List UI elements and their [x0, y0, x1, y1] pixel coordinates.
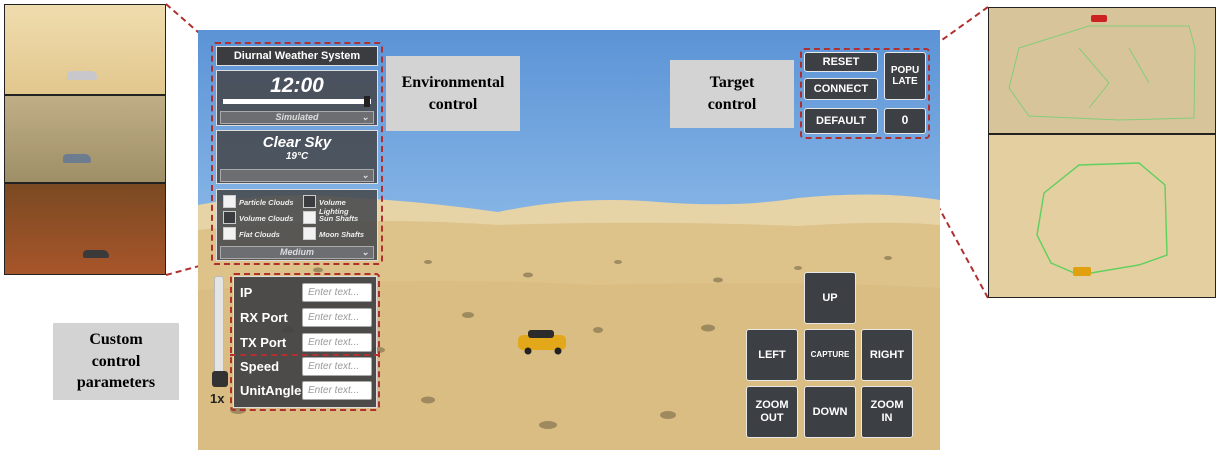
thumbnail-aerial-top: [988, 7, 1216, 134]
speed-multiplier: 1x: [210, 391, 225, 406]
params-divider: [230, 354, 380, 356]
figure: Diurnal Weather System 12:00 Simulated ⌄…: [0, 0, 1222, 450]
speed-slider-handle[interactable]: [212, 371, 228, 387]
left-button[interactable]: LEFT: [746, 329, 798, 381]
custom-control-label: Custom control parameters: [53, 323, 179, 400]
thumbnail-noon: [4, 4, 166, 95]
zoom-in-button[interactable]: ZOOM IN: [861, 386, 913, 438]
environmental-control-text: Environmental control: [401, 73, 505, 113]
car-icon: [63, 154, 91, 163]
up-button[interactable]: UP: [804, 272, 856, 324]
custom-control-text: Custom control parameters: [76, 331, 156, 392]
car-icon: [67, 71, 97, 80]
custom-control-highlight: [230, 273, 380, 411]
thumbnail-evening: [4, 95, 166, 183]
zoom-out-label: ZOOM OUT: [755, 399, 789, 424]
thumbnail-dusk: [4, 183, 166, 275]
environmental-control-label: Environmental control: [386, 56, 520, 131]
environmental-control-highlight: [211, 42, 383, 265]
zoom-out-button[interactable]: ZOOM OUT: [746, 386, 798, 438]
right-button[interactable]: RIGHT: [861, 329, 913, 381]
down-button[interactable]: DOWN: [804, 386, 856, 438]
target-control-text: Target control: [707, 74, 757, 113]
capture-button[interactable]: CAPTURE: [804, 329, 856, 381]
target-control-label: Target control: [670, 60, 794, 128]
trajectory-path: [1036, 162, 1168, 276]
target-control-highlight: [800, 48, 930, 139]
thumbnail-aerial-bottom: [988, 134, 1216, 298]
speed-slider[interactable]: [212, 276, 228, 387]
car-icon: [83, 250, 109, 258]
zoom-in-label: ZOOM IN: [870, 399, 904, 424]
trajectory-path: [1008, 15, 1196, 121]
